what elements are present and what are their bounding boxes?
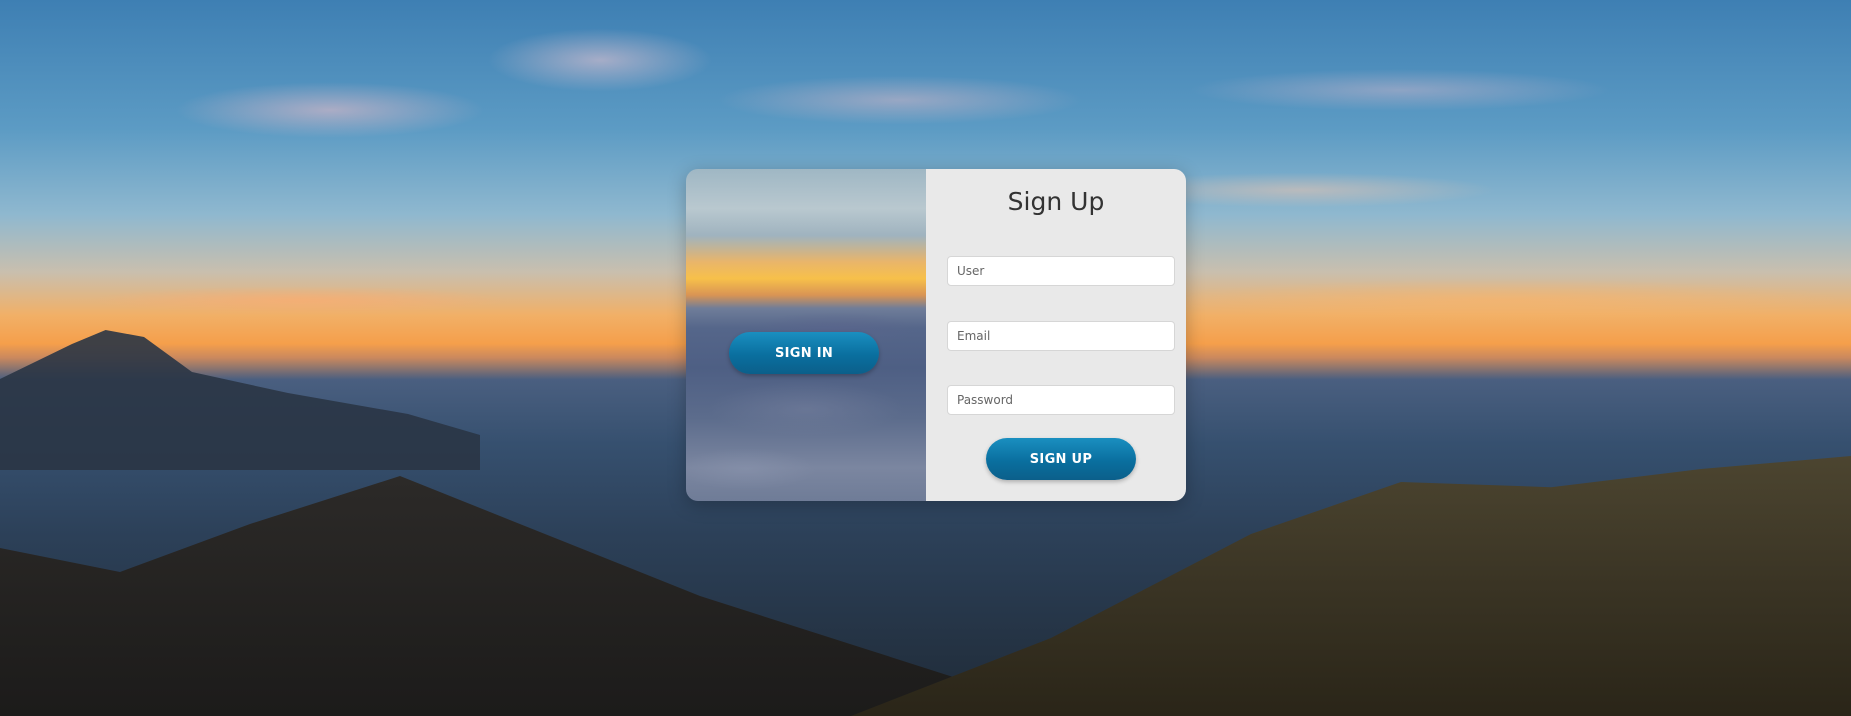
signin-panel: SIGN IN: [686, 169, 926, 501]
signup-title: Sign Up: [1007, 187, 1105, 216]
user-input[interactable]: [947, 256, 1175, 286]
sign-up-button[interactable]: SIGN UP: [986, 438, 1136, 480]
background-scene: SIGN IN Sign Up SIGN UP: [0, 0, 1851, 716]
password-input[interactable]: [947, 385, 1175, 415]
signup-panel: Sign Up SIGN UP: [926, 169, 1186, 501]
sign-in-button[interactable]: SIGN IN: [729, 332, 879, 374]
email-input[interactable]: [947, 321, 1175, 351]
auth-card: SIGN IN Sign Up SIGN UP: [686, 169, 1186, 501]
